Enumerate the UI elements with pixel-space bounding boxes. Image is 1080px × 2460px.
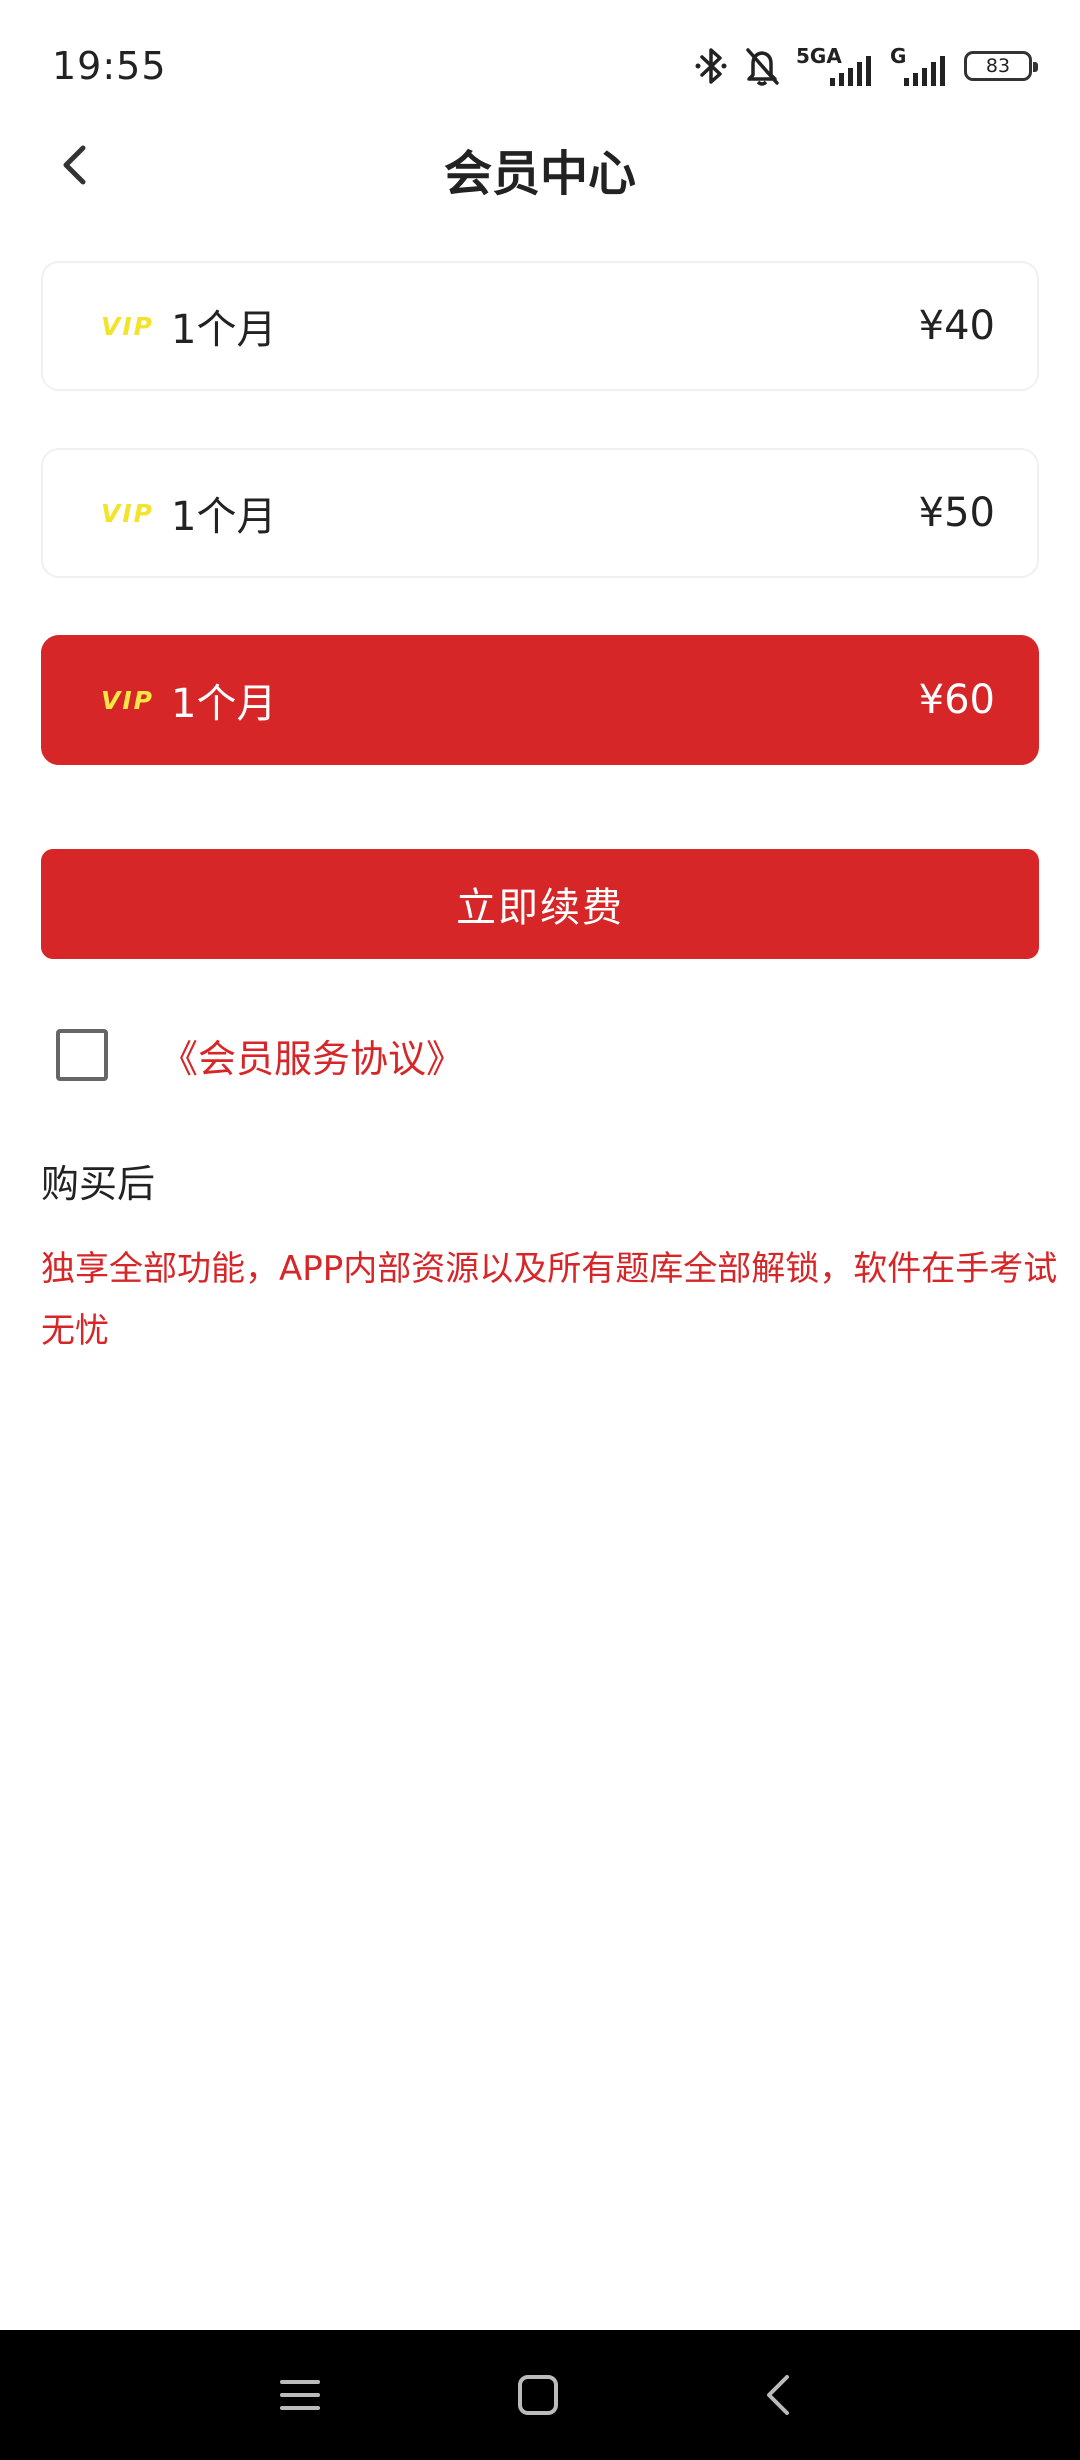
after-purchase-description: 独享全部功能，APP内部资源以及所有题库全部解锁，软件在手考试无忧 <box>41 1249 1058 1351</box>
page-title: 会员中心 <box>443 146 636 202</box>
status-bar: 19:55 5GA G 83 <box>0 0 1080 140</box>
agreement-row: 《会员服务协议》 <box>56 1027 464 1083</box>
menu-icon <box>280 2380 320 2410</box>
header: 会员中心 <box>0 120 1080 210</box>
renew-now-button[interactable]: 立即续费 <box>41 849 1039 959</box>
home-icon <box>518 2375 558 2415</box>
vip-badge: VIP <box>101 685 154 715</box>
status-time: 19:55 <box>52 44 167 88</box>
plan-price: ¥50 <box>918 490 995 536</box>
bluetooth-icon <box>694 46 728 86</box>
plan-price: ¥60 <box>918 677 995 723</box>
nav-home-button[interactable] <box>508 2365 568 2425</box>
nav-back-button[interactable] <box>748 2365 808 2425</box>
battery-level: 83 <box>985 55 1011 77</box>
system-nav-bar <box>0 2330 1080 2460</box>
membership-center-screen: 19:55 5GA G 83 会员中心 VIP 1个月 ¥40 VIP 1个月 … <box>0 0 1080 2460</box>
mute-bell-icon <box>744 46 780 86</box>
nav-menu-button[interactable] <box>270 2365 330 2425</box>
plan-option-3[interactable]: VIP 1个月 ¥60 <box>41 635 1039 765</box>
agreement-checkbox[interactable] <box>56 1029 108 1081</box>
vip-badge: VIP <box>101 311 154 341</box>
plan-duration: 1个月 <box>171 307 277 353</box>
membership-agreement-link[interactable]: 《会员服务协议》 <box>160 1028 464 1083</box>
plan-price: ¥40 <box>918 303 995 349</box>
plan-option-1[interactable]: VIP 1个月 ¥40 <box>41 261 1039 391</box>
signal-5ga-icon: 5GA <box>796 44 874 88</box>
signal-g-icon: G <box>890 44 948 88</box>
back-icon <box>767 2375 789 2415</box>
after-purchase-heading: 购买后 <box>41 1162 156 1206</box>
status-icons: 5GA G 83 <box>694 44 1038 88</box>
vip-badge: VIP <box>101 498 154 528</box>
plan-duration: 1个月 <box>171 494 277 540</box>
battery-icon: 83 <box>964 51 1038 81</box>
plan-duration: 1个月 <box>171 681 277 727</box>
plan-option-2[interactable]: VIP 1个月 ¥50 <box>41 448 1039 578</box>
